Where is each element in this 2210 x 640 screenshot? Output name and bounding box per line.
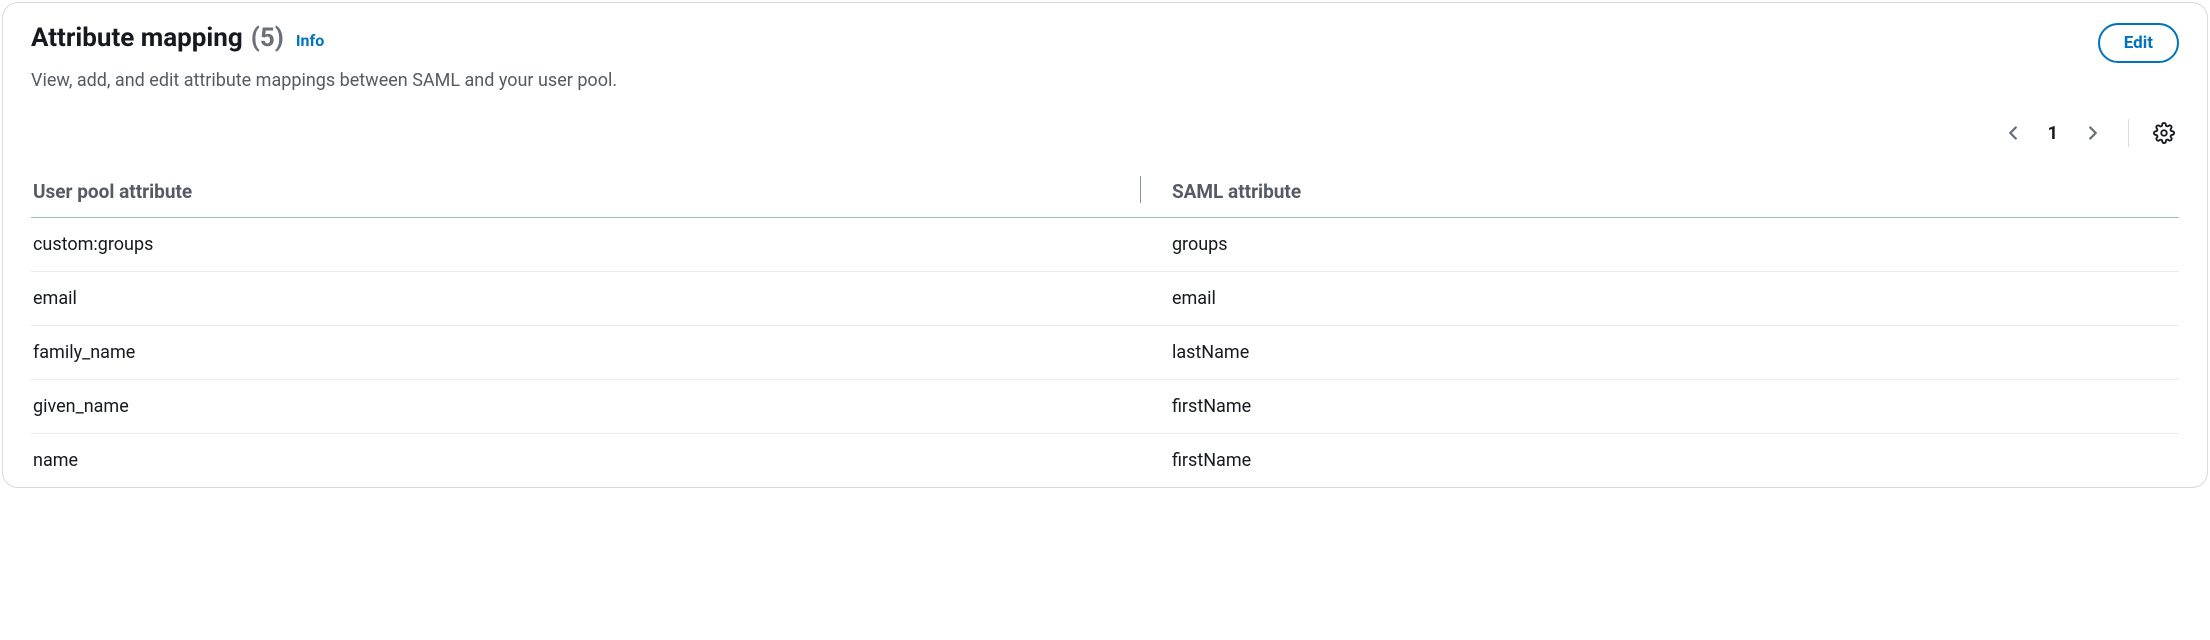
cell-saml: groups xyxy=(1148,218,2179,272)
chevron-left-icon xyxy=(2002,122,2024,144)
table-row: given_name firstName xyxy=(31,380,2179,434)
cell-saml: firstName xyxy=(1148,380,2179,434)
panel-count: (5) xyxy=(251,23,284,53)
cell-user-pool: custom:groups xyxy=(31,218,1148,272)
table-row: family_name lastName xyxy=(31,326,2179,380)
gear-icon xyxy=(2153,122,2175,144)
attribute-table: User pool attribute SAML attribute custo… xyxy=(31,168,2179,487)
prev-page-button[interactable] xyxy=(1998,118,2028,148)
cell-saml: lastName xyxy=(1148,326,2179,380)
table-settings-button[interactable] xyxy=(2149,118,2179,148)
divider xyxy=(2128,119,2129,147)
panel-header: Attribute mapping (5) Info Edit xyxy=(31,23,2179,63)
pagination: 1 xyxy=(31,118,2179,148)
cell-saml: email xyxy=(1148,272,2179,326)
chevron-right-icon xyxy=(2082,122,2104,144)
cell-user-pool: email xyxy=(31,272,1148,326)
cell-saml: firstName xyxy=(1148,434,2179,488)
panel-description: View, add, and edit attribute mappings b… xyxy=(31,67,2179,94)
info-link[interactable]: Info xyxy=(296,31,324,50)
attribute-mapping-panel: Attribute mapping (5) Info Edit View, ad… xyxy=(2,2,2208,488)
edit-button[interactable]: Edit xyxy=(2098,23,2179,63)
column-header-saml[interactable]: SAML attribute xyxy=(1148,168,2179,218)
table-row: name firstName xyxy=(31,434,2179,488)
panel-title: Attribute mapping xyxy=(31,23,243,53)
next-page-button[interactable] xyxy=(2078,118,2108,148)
cell-user-pool: family_name xyxy=(31,326,1148,380)
page-number: 1 xyxy=(2044,123,2062,144)
cell-user-pool: name xyxy=(31,434,1148,488)
table-row: custom:groups groups xyxy=(31,218,2179,272)
title-block: Attribute mapping (5) Info xyxy=(31,23,324,53)
table-row: email email xyxy=(31,272,2179,326)
column-header-user-pool[interactable]: User pool attribute xyxy=(31,168,1148,218)
cell-user-pool: given_name xyxy=(31,380,1148,434)
